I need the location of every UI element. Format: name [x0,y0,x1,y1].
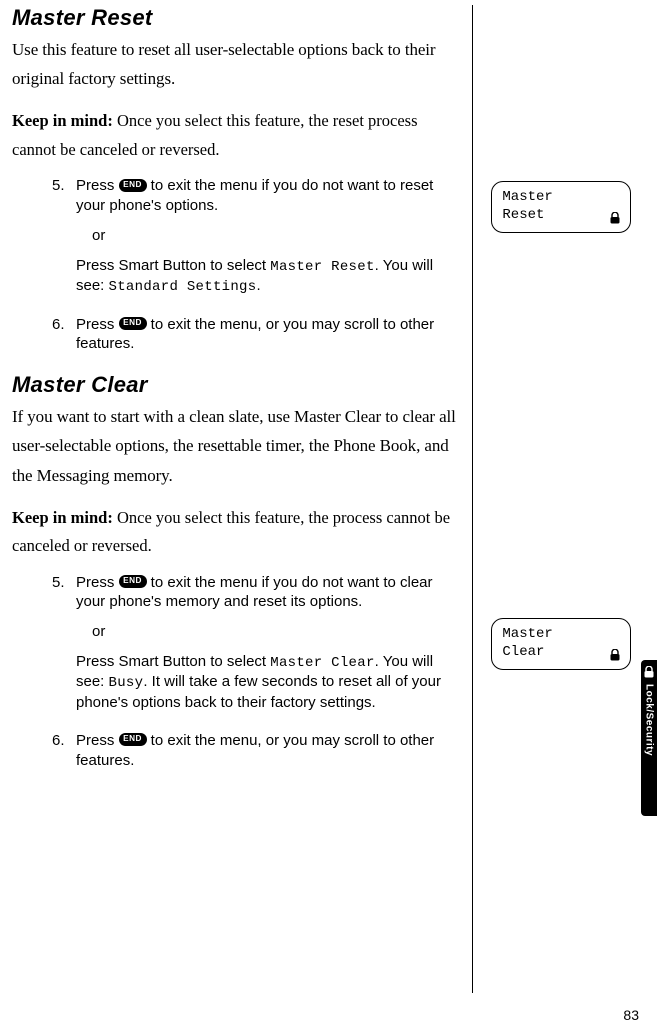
step-number: 5. [52,176,65,196]
lcd-text: Master Reset [270,259,374,275]
or-label: or [92,622,458,642]
side-column: Master Reset Master Clear [473,5,645,1000]
screen-line-1: Master [502,625,620,643]
step-5b-clear: Press Smart Button to select Master Clea… [76,652,458,713]
end-key-icon: END [119,733,147,746]
intro-reset: Use this feature to reset all user-selec… [12,35,458,93]
step-text: . [256,277,260,294]
step-text: Press [76,316,119,333]
tab-label: Lock/Security [644,680,655,760]
step-5b-reset: Press Smart Button to select Master Rese… [76,256,458,297]
page-number: 83 [623,1007,639,1023]
intro-clear: If you want to start with a clean slate,… [12,402,458,490]
keep-in-mind-clear: Keep in mind: Once you select this featu… [12,504,458,561]
step-5-clear: 5. Press END to exit the menu if you do … [76,573,458,713]
main-column: Master Reset Use this feature to reset a… [12,5,472,1000]
screen-line-2: Reset [502,206,620,224]
kim-label: Keep in mind: [12,111,113,130]
step-text: Press Smart Button to select [76,257,270,274]
or-label: or [92,226,458,246]
lcd-text: Master Clear [270,655,374,671]
step-number: 5. [52,573,65,593]
heading-master-reset: Master Reset [12,5,458,31]
step-5-reset: 5. Press END to exit the menu if you do … [76,176,458,296]
heading-master-clear: Master Clear [12,372,458,398]
lcd-text: Standard Settings [109,279,257,295]
step-6-clear: 6. Press END to exit the menu, or you ma… [76,731,458,771]
steps-reset: 5. Press END to exit the menu if you do … [12,176,458,354]
step-6-reset: 6. Press END to exit the menu, or you ma… [76,315,458,355]
phone-screen-reset: Master Reset [491,181,631,233]
steps-clear: 5. Press END to exit the menu if you do … [12,573,458,771]
lock-icon [610,212,620,224]
end-key-icon: END [119,575,147,588]
step-text: Press [76,574,119,591]
screen-line-2: Clear [502,643,620,661]
step-text: Press [76,732,119,749]
phone-screen-clear: Master Clear [491,618,631,670]
keep-in-mind-reset: Keep in mind: Once you select this featu… [12,107,458,164]
step-text: Press [76,177,119,194]
lock-icon [610,649,620,661]
step-text: Press Smart Button to select [76,653,270,670]
step-number: 6. [52,315,65,335]
end-key-icon: END [119,317,147,330]
step-number: 6. [52,731,65,751]
lcd-text: Busy [109,675,144,691]
section-tab-lock-security: Lock/Security [641,660,657,816]
kim-label: Keep in mind: [12,508,113,527]
lock-icon [641,660,657,680]
screen-line-1: Master [502,188,620,206]
end-key-icon: END [119,179,147,192]
